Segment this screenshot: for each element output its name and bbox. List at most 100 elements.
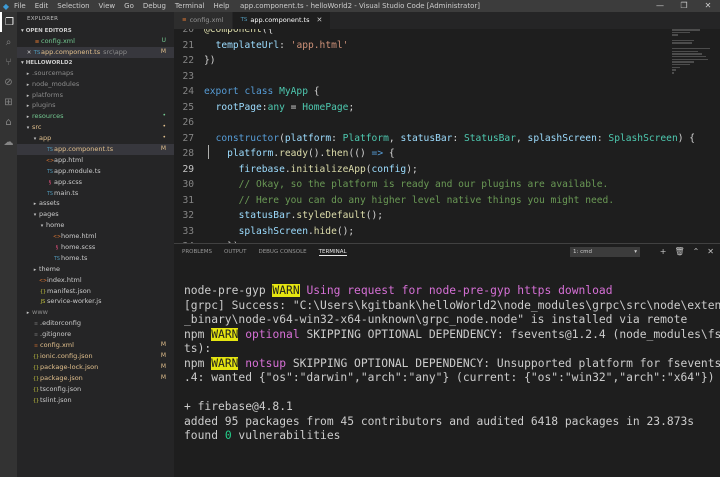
tree-folder[interactable]: ▾ app •: [17, 133, 174, 144]
tree-item-label: .sourcemaps: [32, 68, 74, 77]
menu-item-selection[interactable]: Selection: [57, 2, 89, 10]
explorer-icon[interactable]: ❐: [0, 12, 17, 32]
tree-folder[interactable]: ▸ node_modules: [17, 79, 174, 90]
line-number: 20: [182, 29, 194, 35]
tree-file[interactable]: TSmain.ts: [17, 188, 174, 199]
tree-item-label: plugins: [32, 101, 56, 110]
code-text: @Component({: [204, 29, 274, 35]
panel-tab-problems[interactable]: PROBLEMS: [182, 249, 212, 256]
code-line: 26: [174, 115, 720, 131]
close-button[interactable]: ✕: [696, 0, 720, 12]
code-editor[interactable]: 20 @Component({21 templateUrl: 'app.html'…: [174, 29, 720, 243]
terminal-select[interactable]: 1: cmd ▾: [570, 247, 640, 257]
tree-folder[interactable]: ▸ plugins: [17, 100, 174, 111]
close-icon[interactable]: ✕: [317, 12, 323, 29]
menu-item-file[interactable]: File: [14, 2, 26, 10]
panel-tab-output[interactable]: OUTPUT: [224, 249, 246, 256]
menu-item-view[interactable]: View: [99, 2, 116, 10]
trash-icon[interactable]: 🗑: [674, 247, 684, 256]
cloud-icon[interactable]: ☁: [0, 132, 17, 152]
line-number: 27: [182, 132, 194, 144]
minimap-line: [672, 72, 674, 74]
tree-file[interactable]: <>home.html: [17, 231, 174, 242]
panel-tab-debug-console[interactable]: DEBUG CONSOLE: [258, 249, 306, 256]
code-text: // Here you can do any higher level nati…: [238, 194, 615, 206]
minimap-line: [672, 58, 708, 61]
explorer-title: EXPLORER: [27, 16, 59, 22]
git-status-badge: •: [162, 123, 166, 131]
close-panel-icon[interactable]: ✕: [707, 247, 714, 256]
menu-item-help[interactable]: Help: [214, 2, 230, 10]
tree-folder[interactable]: ▾ pages: [17, 209, 174, 220]
tree-folder[interactable]: ▸ .sourcemaps: [17, 68, 174, 79]
tree-item-label: home.scss: [61, 243, 96, 252]
close-icon[interactable]: ✕: [25, 48, 33, 59]
tree-file[interactable]: {}package.json M: [17, 373, 174, 384]
tree-folder[interactable]: ▾ src •: [17, 122, 174, 133]
code-text: firebase.initializeApp(config);: [238, 163, 418, 175]
open-editors-header[interactable]: ▾ OPEN EDITORS: [17, 26, 174, 36]
menu-item-debug[interactable]: Debug: [143, 2, 166, 10]
search-icon[interactable]: ⌕: [0, 32, 17, 52]
line-number: 33: [182, 225, 194, 237]
tree-file[interactable]: ≡ .gitignore: [17, 329, 174, 340]
tree-folder[interactable]: ▸ resources •: [17, 111, 174, 122]
new-terminal-icon[interactable]: +: [660, 247, 667, 256]
menu-item-edit[interactable]: Edit: [35, 2, 49, 10]
tree-item-label: node_modules: [32, 79, 80, 88]
minimap-line: [672, 42, 692, 44]
tree-file[interactable]: <>app.html: [17, 155, 174, 166]
minimize-button[interactable]: —: [648, 0, 672, 12]
git-status-badge: M: [160, 145, 166, 153]
tree-item-label: main.ts: [54, 188, 79, 197]
extensions-icon[interactable]: ⊞: [0, 92, 17, 112]
tree-file[interactable]: {}ionic.config.json M: [17, 351, 174, 362]
tree-folder[interactable]: ▸ platforms: [17, 90, 174, 101]
remote-icon[interactable]: ⌂: [0, 112, 17, 132]
tree-file[interactable]: § home.scss: [17, 242, 174, 253]
tree-file[interactable]: ≡ .editorconfig: [17, 318, 174, 329]
panel-tab-terminal[interactable]: TERMINAL: [318, 249, 347, 256]
terminal-output[interactable]: node-pre-gyp WARN Using request for node…: [174, 260, 720, 444]
debug-icon[interactable]: ⊘: [0, 72, 17, 92]
tab-app-component-ts[interactable]: TS app.component.ts ✕: [232, 12, 332, 29]
tree-file[interactable]: {}tslint.json: [17, 395, 174, 406]
code-text: export class MyApp {: [204, 86, 320, 97]
tree-file[interactable]: {}tsconfig.json: [17, 384, 174, 395]
code-text: statusBar.styleDefault();: [238, 210, 384, 221]
panel-tabs: PROBLEMS OUTPUT DEBUG CONSOLE TERMINAL 1: c…: [174, 244, 720, 260]
tree-item-label: platforms: [32, 90, 64, 99]
vscode-logo-icon: ◆: [2, 1, 10, 11]
project-header[interactable]: ▾ HELLOWORLD2: [17, 58, 174, 68]
tree-folder[interactable]: ▸ assets: [17, 198, 174, 209]
editor-tabs: ≡ config.xml TS app.component.ts ✕: [174, 12, 720, 29]
tree-file[interactable]: § app.scss: [17, 177, 174, 188]
tree-file[interactable]: ≡ config.xml M: [17, 340, 174, 351]
tree-file[interactable]: TSapp.module.ts: [17, 166, 174, 177]
open-editor-item[interactable]: ✕ TSapp.component.ts src\app M: [17, 46, 174, 59]
menu-item-terminal[interactable]: Terminal: [175, 2, 205, 10]
tab-config-xml[interactable]: ≡ config.xml: [174, 12, 233, 29]
tree-file[interactable]: JS service-worker.js: [17, 296, 174, 307]
open-editor-name: config.xml: [41, 37, 75, 45]
tree-file[interactable]: {}package-lock.json M: [17, 362, 174, 373]
minimap[interactable]: [672, 29, 712, 89]
source-control-icon[interactable]: ⑂: [0, 52, 17, 72]
tree-file[interactable]: TShome.ts: [17, 253, 174, 264]
maximize-button[interactable]: ❐: [672, 0, 696, 12]
line-number: 24: [182, 86, 194, 97]
tree-file[interactable]: {}manifest.json: [17, 286, 174, 297]
tree-folder[interactable]: ▸ www: [17, 307, 174, 318]
tree-folder[interactable]: ▾ home: [17, 220, 174, 231]
code-lines: 20 @Component({21 templateUrl: 'app.html'…: [174, 29, 720, 243]
maximize-panel-icon[interactable]: ⌃: [693, 247, 700, 256]
menu-item-go[interactable]: Go: [124, 2, 134, 10]
open-editor-item[interactable]: ≡ config.xml U: [17, 36, 174, 47]
tree-folder[interactable]: ▸ theme: [17, 264, 174, 275]
tree-file[interactable]: TSapp.component.ts M: [17, 144, 174, 155]
git-status-badge: M: [160, 341, 166, 349]
activity-bar: ❐ ⌕ ⑂ ⊘ ⊞ ⌂ ☁: [0, 12, 17, 477]
tree-item-label: .editorconfig: [40, 319, 81, 328]
code-text: // Okay, so the platform is ready and ou…: [238, 179, 609, 190]
tree-file[interactable]: <>index.html: [17, 275, 174, 286]
